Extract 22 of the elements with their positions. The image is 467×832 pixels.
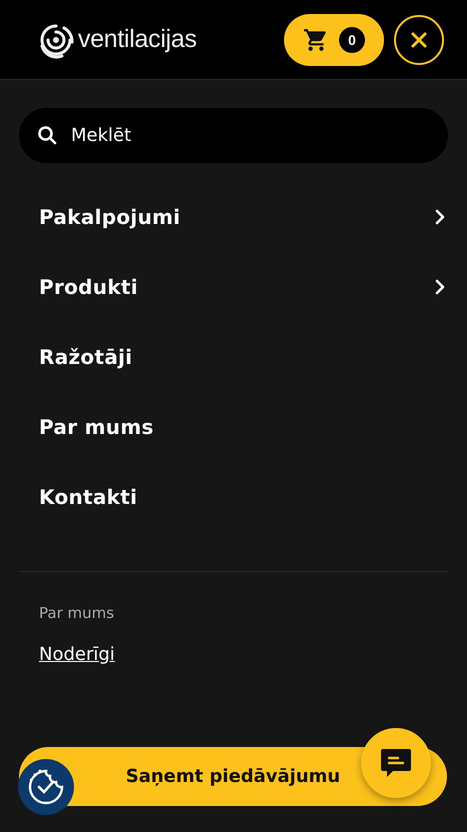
- search-field[interactable]: Meklēt: [19, 108, 448, 163]
- search-icon: [37, 125, 57, 145]
- chat-icon: [379, 747, 413, 779]
- chat-button[interactable]: [361, 728, 431, 798]
- menu-item-label: Pakalpojumi: [39, 205, 180, 229]
- section-heading: Par mums: [39, 604, 116, 622]
- menu-item[interactable]: Ražotāji: [0, 322, 467, 392]
- close-button[interactable]: [394, 14, 444, 64]
- menu-item-label: Par mums: [39, 415, 154, 439]
- menu-item[interactable]: Pakalpojumi: [0, 182, 467, 252]
- logo-text[interactable]: ventilacijas: [78, 25, 197, 54]
- cart-button[interactable]: 0: [284, 14, 384, 66]
- menu-item-label: Produkti: [39, 275, 138, 299]
- footer-link[interactable]: Noderīgi: [39, 644, 115, 665]
- menu-item[interactable]: Par mums: [0, 392, 467, 462]
- menu-item[interactable]: Produkti: [0, 252, 467, 322]
- cookie-consent-icon[interactable]: [18, 759, 74, 815]
- menu-item-label: Ražotāji: [39, 345, 132, 369]
- cart-count: 0: [339, 26, 365, 52]
- menu-item-label: Kontakti: [39, 485, 138, 509]
- close-icon: [410, 30, 428, 48]
- menu-item[interactable]: Kontakti: [0, 462, 467, 532]
